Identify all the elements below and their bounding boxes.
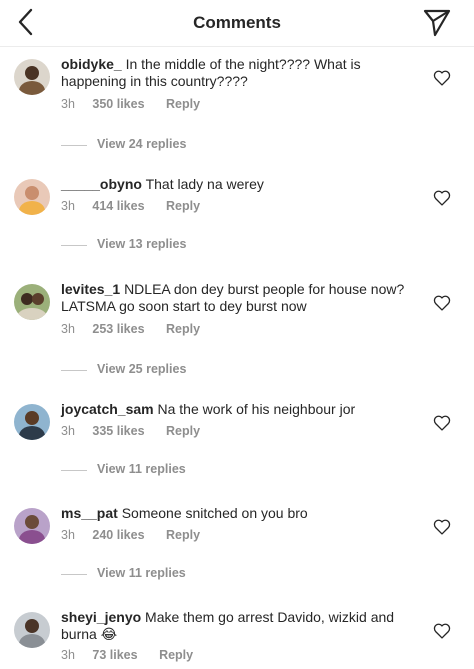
reply-button[interactable]: Reply	[166, 322, 200, 336]
avatar[interactable]	[14, 284, 50, 320]
reply-button[interactable]: Reply	[166, 199, 200, 213]
heart-icon	[433, 415, 451, 431]
comment-username[interactable]: _____obyno	[61, 176, 142, 192]
comment-likes[interactable]: 350 likes	[92, 97, 144, 111]
comment-likes[interactable]: 414 likes	[92, 199, 144, 213]
like-button[interactable]	[433, 295, 451, 311]
comment-time: 3h	[61, 97, 75, 111]
avatar[interactable]	[14, 404, 50, 440]
comment-text: That lady na werey	[145, 176, 264, 192]
comment-item: levites_1 NDLEA don dey burst people for…	[0, 274, 474, 378]
comment-username[interactable]: levites_1	[61, 281, 120, 297]
heart-icon	[433, 519, 451, 535]
comment-likes[interactable]: 253 likes	[92, 322, 144, 336]
comment-item: _____obyno That lady na werey 3h 414 lik…	[0, 169, 474, 273]
like-button[interactable]	[433, 623, 451, 639]
comment-item: obidyke_ In the middle of the night???? …	[0, 49, 474, 153]
view-replies-label: View 25 replies	[97, 362, 187, 376]
comment-item: sheyi_jenyo Make them go arrest Davido, …	[0, 602, 474, 669]
replies-divider	[61, 145, 87, 146]
comment-item: joycatch_sam Na the work of his neighbou…	[0, 394, 474, 498]
comment-likes[interactable]: 240 likes	[92, 528, 144, 542]
reply-button[interactable]: Reply	[166, 97, 200, 111]
replies-divider	[61, 245, 87, 246]
comment-item: ms__pat Someone snitched on you bro 3h 2…	[0, 498, 474, 602]
heart-icon	[433, 623, 451, 639]
comment-time: 3h	[61, 424, 75, 438]
comment-time: 3h	[61, 528, 75, 542]
heart-icon	[433, 295, 451, 311]
view-replies-label: View 11 replies	[97, 462, 186, 476]
page-title: Comments	[193, 13, 281, 32]
replies-divider	[61, 470, 87, 471]
comment-likes[interactable]: 73 likes	[92, 648, 137, 662]
reply-button[interactable]: Reply	[159, 648, 193, 662]
comment-username[interactable]: joycatch_sam	[61, 401, 154, 417]
heart-icon	[433, 190, 451, 206]
comment-time: 3h	[61, 199, 75, 213]
view-replies-label: View 11 replies	[97, 566, 186, 580]
comment-time: 3h	[61, 648, 75, 662]
avatar[interactable]	[14, 612, 50, 648]
comment-text: Na the work of his neighbour jor	[157, 401, 356, 417]
heart-icon	[433, 70, 451, 86]
paper-plane-icon	[423, 9, 451, 37]
like-button[interactable]	[433, 70, 451, 86]
like-button[interactable]	[433, 519, 451, 535]
reply-button[interactable]: Reply	[166, 528, 200, 542]
replies-divider	[61, 574, 87, 575]
avatar[interactable]	[14, 59, 50, 95]
comment-text: Someone snitched on you bro	[121, 505, 308, 521]
like-button[interactable]	[433, 190, 451, 206]
avatar[interactable]	[14, 179, 50, 215]
comment-likes[interactable]: 335 likes	[92, 424, 144, 438]
avatar[interactable]	[14, 508, 50, 544]
comment-username[interactable]: obidyke_	[61, 56, 122, 72]
comment-time: 3h	[61, 322, 75, 336]
comment-username[interactable]: ms__pat	[61, 505, 118, 521]
share-button[interactable]	[420, 6, 454, 38]
comment-username[interactable]: sheyi_jenyo	[61, 609, 141, 625]
replies-divider	[61, 370, 87, 371]
view-replies-label: View 13 replies	[97, 237, 187, 251]
reply-button[interactable]: Reply	[166, 424, 200, 438]
view-replies-label: View 24 replies	[97, 137, 187, 151]
like-button[interactable]	[433, 415, 451, 431]
comments-header: Comments	[0, 0, 474, 47]
